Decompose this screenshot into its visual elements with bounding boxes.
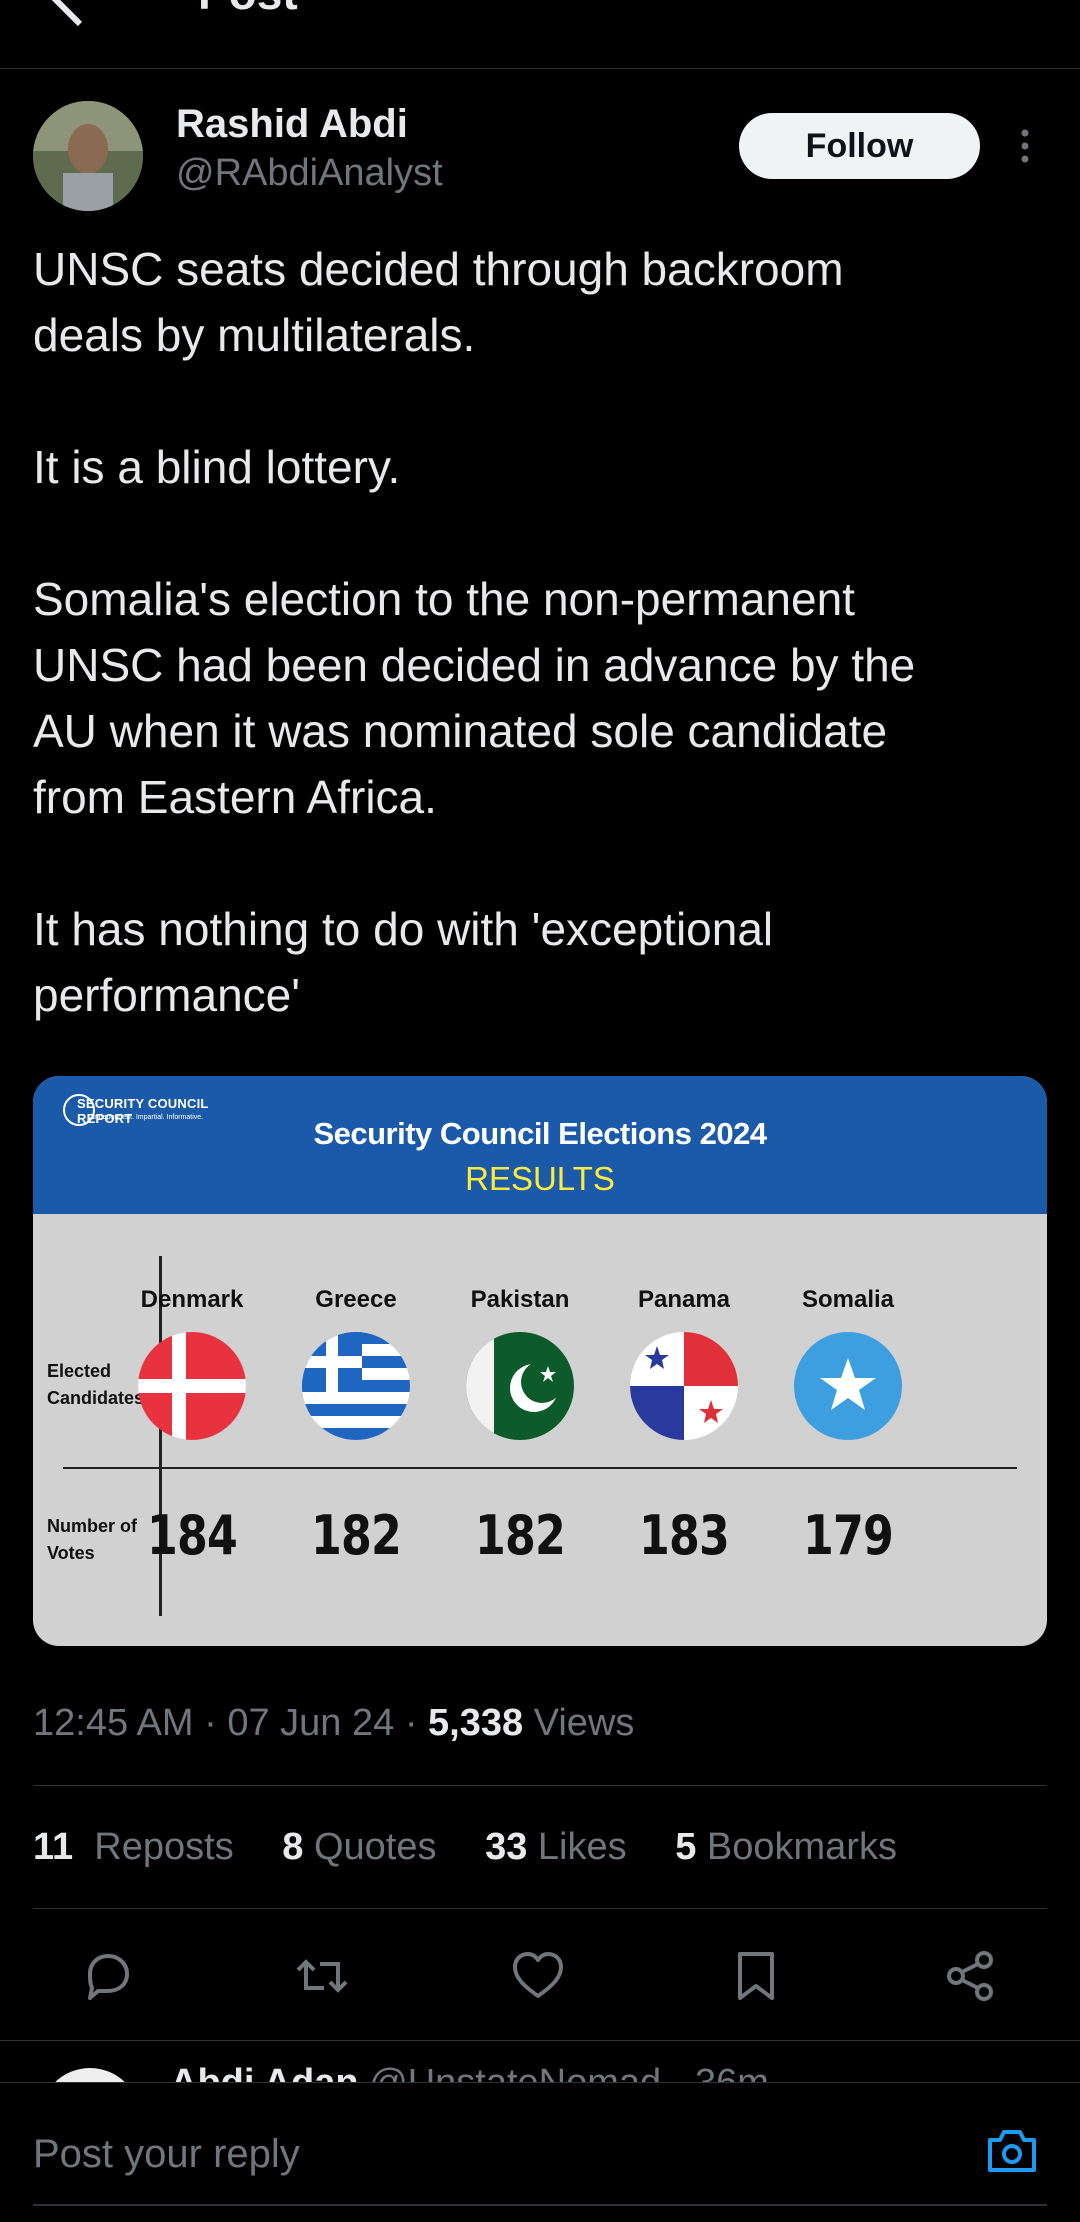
pakistan-flag-icon [466, 1332, 574, 1440]
tweet-image-card[interactable]: SECURITY COUNCIL REPORT Independent. Imp… [33, 1076, 1047, 1646]
elected-candidates-label: Elected Candidates [47, 1361, 145, 1408]
more-options-icon[interactable] [1010, 126, 1040, 166]
like-heart-icon[interactable] [510, 1948, 566, 2004]
divider [33, 1908, 1047, 1909]
engagement-stats: 11 Reposts 8 Quotes 33 Likes 5 Bookmarks [33, 1826, 935, 1869]
top-bar: Post [0, 0, 1080, 69]
follow-button[interactable]: Follow [739, 113, 980, 179]
reply-input[interactable]: Post your reply [33, 2132, 300, 2177]
post-date: 07 Jun 24 [227, 1702, 395, 1744]
author-name[interactable]: Rashid Abdi [176, 102, 408, 147]
post-time: 12:45 AM [33, 1702, 194, 1744]
card-header: SECURITY COUNCIL REPORT Independent. Imp… [33, 1076, 1047, 1214]
views-count: 5,338 [428, 1702, 524, 1744]
vote-count: 184 [147, 1504, 238, 1567]
tweet-text: UNSC seats decided through backroom deal… [33, 243, 916, 1021]
likes-stat[interactable]: 33 Likes [485, 1826, 627, 1868]
avatar-photo [33, 101, 143, 211]
country-name: Somalia [801, 1286, 895, 1313]
greece-flag-icon [302, 1332, 410, 1440]
country-name: Panama [637, 1286, 731, 1313]
denmark-flag-icon [138, 1332, 246, 1440]
card-subtitle: RESULTS [465, 1160, 615, 1197]
reposts-stat[interactable]: 11 Reposts [33, 1826, 234, 1868]
vote-count: 182 [311, 1504, 402, 1567]
views-label: Views [533, 1702, 635, 1744]
divider [33, 1785, 1047, 1786]
vote-count: 179 [803, 1504, 894, 1567]
vote-count: 183 [639, 1504, 730, 1567]
camera-icon[interactable] [984, 2126, 1040, 2176]
table-horizontal-line [63, 1467, 1017, 1469]
somalia-flag-icon [794, 1332, 902, 1440]
bookmark-icon[interactable] [728, 1948, 784, 2004]
back-arrow-icon[interactable] [40, 0, 100, 30]
country-name: Pakistan [470, 1286, 570, 1313]
avatar[interactable] [33, 101, 143, 211]
repost-icon[interactable] [294, 1948, 350, 2004]
page-title: Post [198, 0, 298, 20]
bookmarks-stat[interactable]: 5 Bookmarks [675, 1826, 897, 1868]
country-name: Greece [315, 1286, 397, 1313]
number-of-votes-label: Number of Votes [47, 1516, 137, 1563]
reply-underline [33, 2204, 1047, 2206]
reply-icon[interactable] [80, 1948, 136, 2004]
card-title: Security Council Elections 2024 [313, 1116, 767, 1151]
country-name: Denmark [140, 1286, 244, 1313]
divider [0, 2040, 1080, 2041]
quotes-stat[interactable]: 8 Quotes [282, 1826, 436, 1868]
vote-count: 182 [475, 1504, 566, 1567]
post-timestamp: 12:45 AM · 07 Jun 24 · 5,338 Views [33, 1702, 635, 1744]
author-handle[interactable]: @RAbdiAnalyst [176, 152, 443, 195]
panama-flag-icon [630, 1332, 738, 1440]
share-icon[interactable] [942, 1948, 998, 2004]
